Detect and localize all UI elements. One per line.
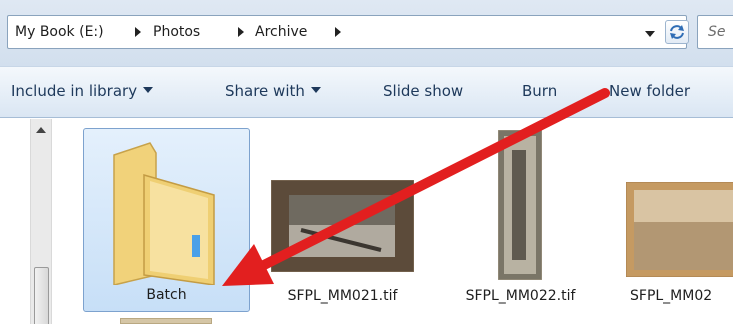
chevron-right-icon[interactable] — [335, 27, 341, 37]
chevron-down-icon — [143, 87, 154, 93]
scroll-up-icon[interactable] — [36, 127, 46, 133]
file-item-sfpl-mm021[interactable]: SFPL_MM021.tif — [270, 180, 415, 305]
search-placeholder: Se — [708, 24, 726, 40]
address-bar[interactable]: My Book (E:) Photos Archive — [7, 15, 689, 49]
file-name: SFPL_MM021.tif — [287, 288, 398, 304]
breadcrumb-my-book[interactable]: My Book (E:) — [15, 24, 104, 40]
address-history-dropdown-icon[interactable] — [645, 31, 655, 37]
image-thumbnail — [626, 182, 733, 277]
folder-item-batch[interactable]: Batch — [83, 128, 250, 312]
chevron-right-icon[interactable] — [135, 27, 141, 37]
burn-button[interactable]: Burn — [522, 82, 557, 100]
file-name: SFPL_MM02 — [630, 288, 713, 304]
share-with-menu[interactable]: Share with — [225, 82, 321, 100]
file-item-sfpl-mm022[interactable]: SFPL_MM022.tif — [448, 130, 593, 305]
chevron-right-icon[interactable] — [238, 27, 244, 37]
share-with-label: Share with — [225, 82, 305, 100]
file-name: SFPL_MM022.tif — [465, 288, 576, 304]
refresh-button[interactable] — [665, 20, 689, 44]
slide-show-button[interactable]: Slide show — [383, 82, 463, 100]
image-thumbnail — [271, 180, 414, 272]
include-in-library-menu[interactable]: Include in library — [11, 82, 154, 100]
chevron-down-icon — [310, 87, 321, 93]
file-item-sfpl-mm02[interactable]: SFPL_MM02 — [610, 182, 733, 305]
folder-icon — [113, 142, 215, 285]
image-thumbnail — [498, 130, 542, 280]
command-toolbar: Include in library Share with Slide show… — [0, 66, 733, 118]
new-folder-button[interactable]: New folder — [609, 82, 690, 100]
search-input[interactable]: Se — [697, 15, 733, 49]
next-row-thumbnail — [120, 318, 212, 324]
include-in-library-label: Include in library — [11, 82, 138, 100]
breadcrumb-archive[interactable]: Archive — [255, 24, 307, 40]
vertical-scrollbar[interactable] — [30, 119, 52, 324]
refresh-icon — [670, 25, 684, 39]
scrollbar-thumb[interactable] — [34, 267, 49, 324]
breadcrumb-photos[interactable]: Photos — [153, 24, 200, 40]
file-name: Batch — [146, 287, 187, 303]
